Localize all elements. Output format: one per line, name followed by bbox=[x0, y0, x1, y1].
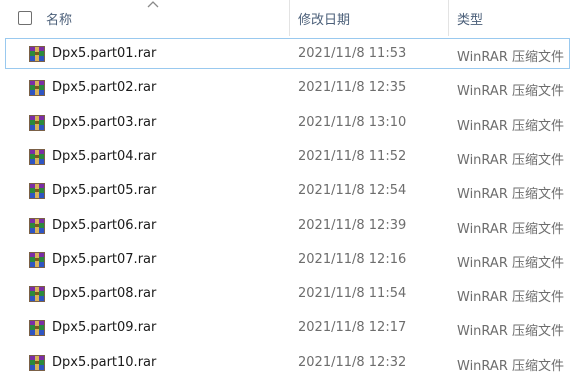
file-name: Dpx5.part01.rar bbox=[52, 46, 157, 61]
winrar-archive-icon bbox=[29, 217, 45, 234]
file-name: Dpx5.part09.rar bbox=[52, 320, 157, 336]
file-type: WinRAR 压缩文件 bbox=[457, 221, 564, 237]
file-date-modified: 2021/11/8 11:52 bbox=[298, 148, 407, 164]
file-name: Dpx5.part04.rar bbox=[52, 148, 157, 164]
file-name: Dpx5.part05.rar bbox=[52, 183, 157, 199]
file-type: WinRAR 压缩文件 bbox=[457, 152, 564, 168]
file-type: WinRAR 压缩文件 bbox=[457, 324, 564, 340]
select-all-checkbox[interactable] bbox=[18, 11, 32, 25]
column-header-name[interactable]: 名称 bbox=[46, 9, 72, 28]
file-date-modified: 2021/11/8 12:17 bbox=[298, 320, 407, 336]
file-row[interactable]: Dpx5.part08.rar 2021/11/8 11:54 WinRAR 压… bbox=[0, 278, 570, 311]
file-type: WinRAR 压缩文件 bbox=[457, 255, 564, 271]
winrar-archive-icon bbox=[29, 320, 45, 337]
file-date-modified: 2021/11/8 11:53 bbox=[298, 46, 407, 61]
file-row[interactable]: Dpx5.part09.rar 2021/11/8 12:17 WinRAR 压… bbox=[0, 312, 570, 345]
column-header-type[interactable]: 类型 bbox=[457, 9, 483, 28]
file-name: Dpx5.part07.rar bbox=[52, 251, 157, 267]
file-date-modified: 2021/11/8 13:10 bbox=[298, 114, 407, 130]
winrar-archive-icon bbox=[29, 148, 45, 165]
file-date-modified: 2021/11/8 12:32 bbox=[298, 354, 407, 370]
sort-ascending-icon[interactable] bbox=[146, 0, 160, 10]
column-separator[interactable] bbox=[289, 0, 290, 36]
winrar-archive-icon bbox=[29, 46, 45, 62]
file-date-modified: 2021/11/8 12:39 bbox=[298, 217, 407, 233]
file-date-modified: 2021/11/8 11:54 bbox=[298, 286, 407, 302]
winrar-archive-icon bbox=[29, 80, 45, 97]
file-date-modified: 2021/11/8 12:54 bbox=[298, 183, 407, 199]
file-row[interactable]: Dpx5.part10.rar 2021/11/8 12:32 WinRAR 压… bbox=[0, 347, 570, 380]
file-row[interactable]: Dpx5.part04.rar 2021/11/8 11:52 WinRAR 压… bbox=[0, 141, 570, 174]
file-type: WinRAR 压缩文件 bbox=[457, 118, 564, 134]
file-type: WinRAR 压缩文件 bbox=[457, 84, 564, 100]
file-row[interactable]: Dpx5.part02.rar 2021/11/8 12:35 WinRAR 压… bbox=[0, 72, 570, 105]
file-name: Dpx5.part10.rar bbox=[52, 354, 157, 370]
winrar-archive-icon bbox=[29, 251, 45, 268]
file-row[interactable]: Dpx5.part01.rar 2021/11/8 11:53 WinRAR 压… bbox=[0, 38, 570, 71]
winrar-archive-icon bbox=[29, 114, 45, 131]
column-header-row: 名称 修改日期 类型 bbox=[0, 0, 570, 36]
file-name: Dpx5.part03.rar bbox=[52, 114, 157, 130]
file-row[interactable]: Dpx5.part07.rar 2021/11/8 12:16 WinRAR 压… bbox=[0, 244, 570, 277]
column-separator[interactable] bbox=[448, 0, 449, 36]
file-name: Dpx5.part08.rar bbox=[52, 286, 157, 302]
file-row[interactable]: Dpx5.part05.rar 2021/11/8 12:54 WinRAR 压… bbox=[0, 175, 570, 208]
file-type: WinRAR 压缩文件 bbox=[457, 50, 564, 65]
file-row[interactable]: Dpx5.part06.rar 2021/11/8 12:39 WinRAR 压… bbox=[0, 210, 570, 243]
file-type: WinRAR 压缩文件 bbox=[457, 187, 564, 203]
winrar-archive-icon bbox=[29, 354, 45, 371]
file-name: Dpx5.part02.rar bbox=[52, 80, 157, 96]
winrar-archive-icon bbox=[29, 183, 45, 200]
winrar-archive-icon bbox=[29, 286, 45, 302]
file-type: WinRAR 压缩文件 bbox=[457, 358, 564, 374]
column-header-date-modified[interactable]: 修改日期 bbox=[298, 9, 350, 28]
file-type: WinRAR 压缩文件 bbox=[457, 290, 564, 306]
file-name: Dpx5.part06.rar bbox=[52, 217, 157, 233]
file-date-modified: 2021/11/8 12:35 bbox=[298, 80, 407, 96]
file-date-modified: 2021/11/8 12:16 bbox=[298, 251, 407, 267]
file-row[interactable]: Dpx5.part03.rar 2021/11/8 13:10 WinRAR 压… bbox=[0, 107, 570, 140]
